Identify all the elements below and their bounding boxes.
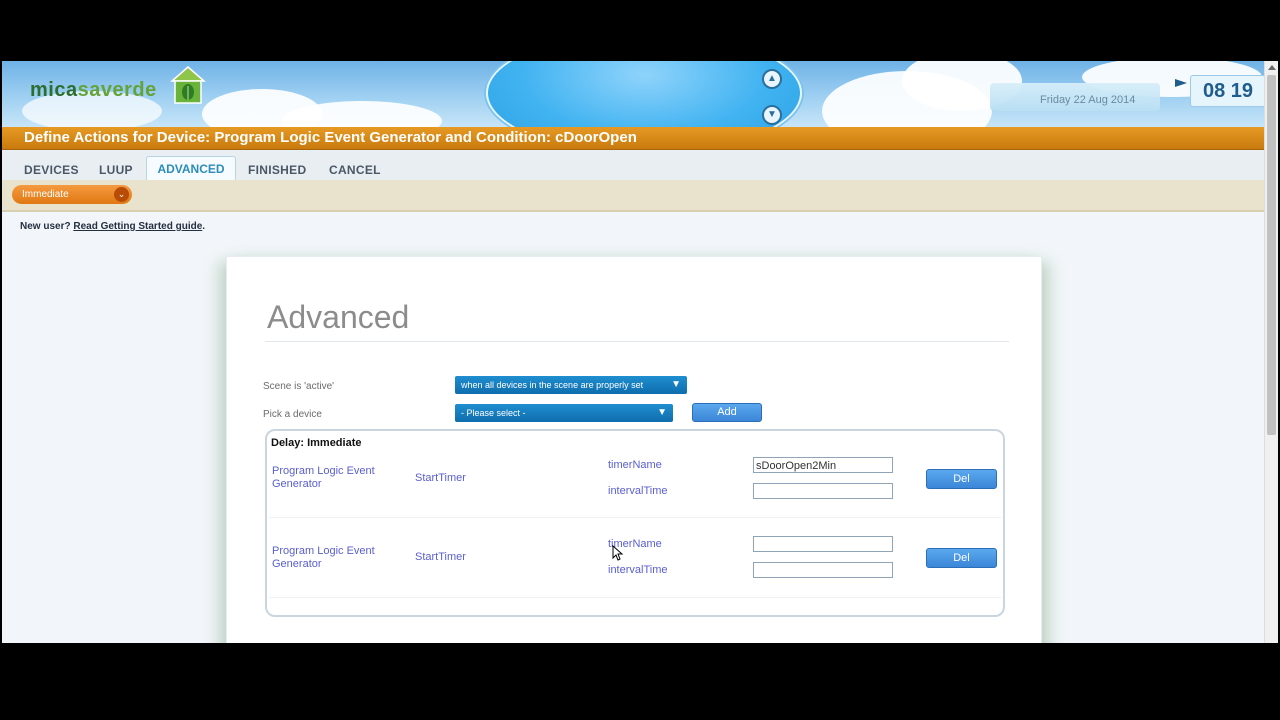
interval-time-input[interactable] [753,562,893,578]
pick-device-label: Pick a device [263,409,322,420]
tab-devices[interactable]: DEVICES [24,163,79,177]
del-button[interactable]: Del [926,548,997,568]
action-device: Program Logic Event Generator [272,545,375,570]
leaf-house-icon [170,66,206,104]
scroll-up-icon[interactable] [1268,65,1276,70]
row-divider [269,597,1001,598]
app-header: micasaverde ▲ ▼ Friday 22 Aug 2014 08 19 [2,61,1278,127]
delay-select[interactable]: Immediate ⌄ [12,185,132,204]
action-device: Program Logic Event Generator [272,465,375,490]
advanced-panel: Advanced Scene is 'active' when all devi… [226,256,1042,643]
micasaverde-logo: micasaverde [30,79,157,101]
new-user-suffix: . [202,221,206,232]
row-divider [269,517,1001,518]
param-label: intervalTime [608,485,668,497]
del-button[interactable]: Del [926,469,997,489]
interval-time-input[interactable] [753,483,893,499]
mode-dial[interactable]: ▲ ▼ [486,61,802,127]
param-label: intervalTime [608,564,668,576]
title-bar: Define Actions for Device: Program Logic… [2,127,1264,150]
add-button[interactable]: Add [692,403,762,422]
browser-viewport: micasaverde ▲ ▼ Friday 22 Aug 2014 08 19… [2,61,1278,643]
delay-heading: Delay: Immediate [271,437,362,449]
new-user-notice: New user? Read Getting Started guide. [20,221,205,232]
getting-started-link[interactable]: Read Getting Started guide [73,221,202,232]
scrollbar[interactable] [1264,61,1278,643]
flag-icon [1175,79,1187,87]
tab-cancel[interactable]: CANCEL [329,163,381,177]
chevron-down-icon: ⌄ [114,187,129,202]
action-name: StartTimer [415,472,466,484]
scrollbar-thumb[interactable] [1267,75,1276,435]
action-row: Program Logic Event Generator StartTimer… [267,453,1003,533]
param-label: timerName [608,459,662,471]
timer-name-input[interactable] [753,536,893,552]
scene-active-label: Scene is 'active' [263,381,335,392]
page-title: Define Actions for Device: Program Logic… [24,129,637,146]
dial-down-icon[interactable]: ▼ [762,105,782,125]
tab-luup[interactable]: LUUP [99,163,133,177]
actions-box: Delay: Immediate Program Logic Event Gen… [265,429,1005,617]
date-text: Friday 22 Aug 2014 [1040,94,1136,106]
scene-active-value: when all devices in the scene are proper… [461,380,644,390]
delay-select-value: Immediate [22,189,69,200]
tab-finished[interactable]: FINISHED [248,163,306,177]
delay-bar: Immediate ⌄ [2,180,1264,212]
tab-advanced[interactable]: ADVANCED [146,156,236,181]
mouse-cursor-icon [612,545,624,561]
scene-active-select[interactable]: when all devices in the scene are proper… [455,376,687,394]
action-row: Program Logic Event Generator StartTimer… [267,533,1003,613]
pick-device-select[interactable]: - Please select - ▼ [455,404,673,422]
nav-tabs: DEVICES LUUP ADVANCED FINISHED CANCEL [2,150,1264,181]
clock: 08 19 [1190,75,1266,107]
dial-up-icon[interactable]: ▲ [762,69,782,89]
chevron-down-icon: ▼ [671,379,681,390]
advanced-title: Advanced [267,299,410,335]
pick-device-value: - Please select - [461,408,526,418]
new-user-prefix: New user? [20,221,71,232]
divider [265,341,1009,342]
timer-name-input[interactable]: sDoorOpen2Min [753,457,893,473]
chevron-down-icon: ▼ [657,407,667,418]
action-name: StartTimer [415,551,466,563]
